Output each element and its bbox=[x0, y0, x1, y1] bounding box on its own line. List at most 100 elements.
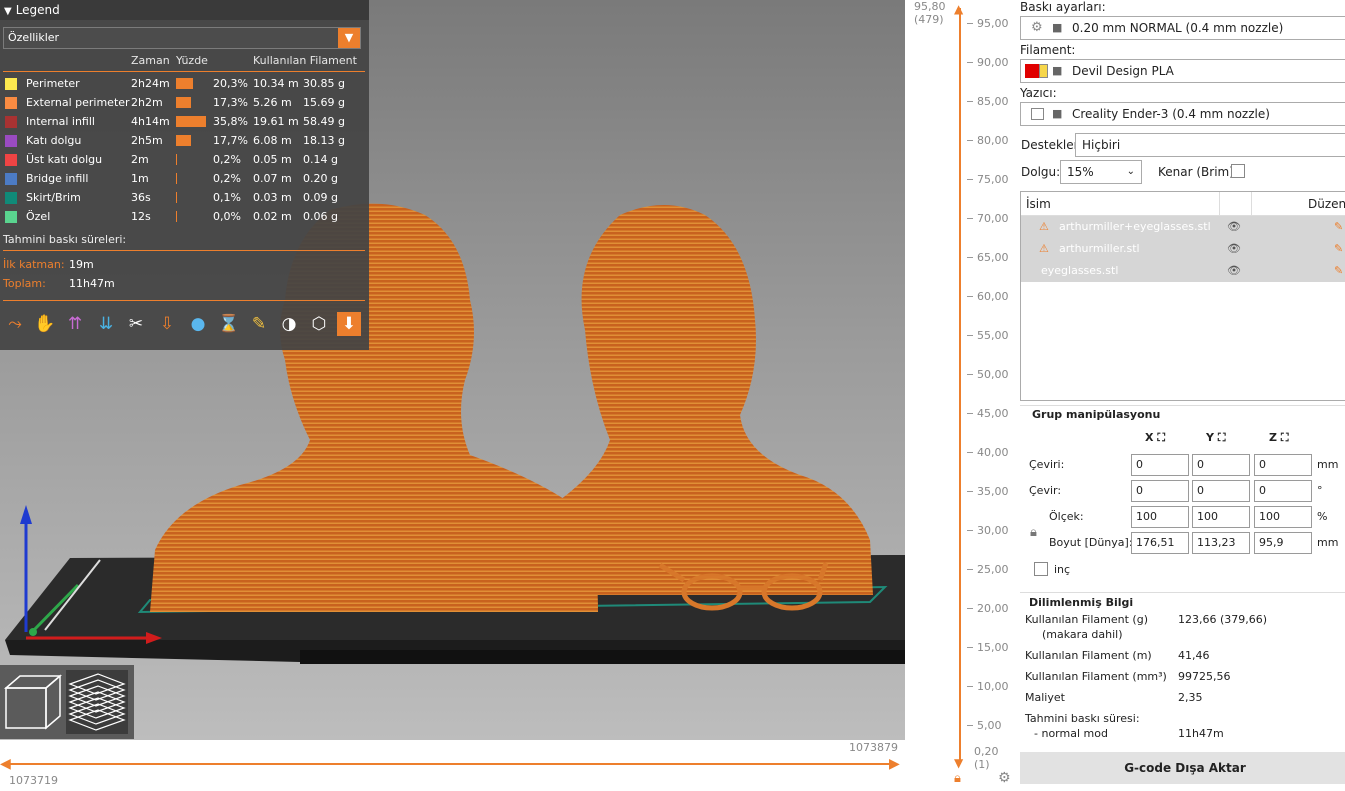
preview-view-button[interactable] bbox=[66, 670, 128, 734]
legend-row: Üst katı dolgu 2m 0,2% 0.05 m 0.14 g bbox=[0, 150, 369, 169]
group-input[interactable]: 0 bbox=[1131, 454, 1189, 476]
cube-icon bbox=[3, 674, 63, 730]
group-input[interactable]: 100 bbox=[1192, 506, 1250, 528]
axis-z-arrow bbox=[20, 505, 32, 524]
vslider-tick bbox=[967, 257, 973, 258]
group-input[interactable]: 0 bbox=[1254, 480, 1312, 502]
vslider-tick-label: 55,00 bbox=[977, 329, 1009, 342]
tool-change-icon[interactable]: ⇩ bbox=[155, 312, 179, 336]
vslider-tick-label: 95,00 bbox=[977, 17, 1009, 30]
vslider-tick-label: 50,00 bbox=[977, 368, 1009, 381]
legend-weight: 0.20 g bbox=[303, 172, 338, 185]
legend-weight: 0.09 g bbox=[303, 191, 338, 204]
total-label: Toplam: bbox=[3, 277, 46, 290]
vslider-lock-icon[interactable]: 🔒︎ bbox=[954, 771, 961, 786]
pause-icon[interactable]: ⌛ bbox=[217, 312, 241, 336]
legend-percent-bar bbox=[176, 97, 191, 108]
collapse-triangle-icon[interactable]: ▼ bbox=[4, 6, 12, 17]
group-input[interactable]: 0 bbox=[1131, 480, 1189, 502]
supports-value: Hiçbiri bbox=[1082, 138, 1121, 152]
seams-icon[interactable]: ✂ bbox=[124, 312, 148, 336]
shells-icon[interactable]: ⬡ bbox=[307, 312, 331, 336]
group-input[interactable]: 176,51 bbox=[1131, 532, 1189, 554]
legend-percent: 0,1% bbox=[213, 191, 241, 204]
printer-combo[interactable]: ■ Creality Ender-3 (0.4 mm nozzle) bbox=[1020, 102, 1345, 126]
print-settings-combo[interactable]: ⚙ ■ 0.20 mm NORMAL (0.4 mm nozzle) bbox=[1020, 16, 1345, 40]
group-input[interactable]: 0 bbox=[1254, 454, 1312, 476]
column-divider bbox=[1251, 192, 1252, 216]
vslider-tick bbox=[967, 530, 973, 531]
vslider-bottom-thumb[interactable]: ▼ bbox=[954, 756, 963, 770]
edit-icon[interactable]: ✎ bbox=[1334, 238, 1343, 260]
group-input[interactable]: 100 bbox=[1131, 506, 1189, 528]
object-row[interactable]: ⚠ arthurmiller+eyeglasses.stl 👁︎ ✎ bbox=[1021, 216, 1345, 238]
vslider-tick-label: 45,00 bbox=[977, 407, 1009, 420]
custom-gcode-icon[interactable]: ✎ bbox=[247, 312, 271, 336]
legend-columns: Zaman Yüzde Kullanılan Filament bbox=[0, 54, 369, 70]
object-row[interactable]: eyeglasses.stl 👁︎ ✎ bbox=[1021, 260, 1345, 282]
layers-icon bbox=[68, 673, 126, 731]
group-input[interactable]: 100 bbox=[1254, 506, 1312, 528]
color-change-icon[interactable]: ● bbox=[186, 312, 210, 336]
axis-z-icon: ⛶ bbox=[1280, 431, 1289, 444]
3d-view-button[interactable] bbox=[2, 670, 64, 734]
vslider-settings-icon[interactable]: ⚙ bbox=[998, 770, 1011, 786]
vslider-top-thumb[interactable]: ▲ bbox=[954, 2, 963, 16]
tool-marker-icon[interactable]: ⬇ bbox=[337, 312, 361, 336]
group-input[interactable]: 0 bbox=[1192, 480, 1250, 502]
vslider-tick bbox=[967, 569, 973, 570]
vslider-track[interactable] bbox=[959, 8, 961, 764]
legend-swatch bbox=[5, 116, 17, 128]
vslider-tick bbox=[967, 335, 973, 336]
legend-header[interactable]: ▼ Legend bbox=[0, 0, 369, 20]
travel-icon[interactable]: ⤳ bbox=[3, 312, 27, 336]
hslider-left-thumb[interactable]: ◀ bbox=[0, 756, 11, 772]
hslider-track[interactable] bbox=[5, 763, 895, 765]
col-percent: Yüzde bbox=[176, 54, 208, 67]
filament-mm3-value: 99725,56 bbox=[1178, 670, 1231, 683]
eye-icon[interactable]: 👁︎ bbox=[1227, 238, 1241, 260]
chevron-down-icon[interactable]: ▼ bbox=[338, 28, 360, 48]
edit-icon[interactable]: ✎ bbox=[1334, 260, 1343, 282]
center-of-gravity-icon[interactable]: ◑ bbox=[277, 312, 301, 336]
group-input[interactable]: 95,9 bbox=[1254, 532, 1312, 554]
legend-time: 36s bbox=[131, 191, 151, 204]
view-type-value: Özellikler bbox=[8, 31, 60, 44]
view-type-combo[interactable]: Özellikler ▼ bbox=[3, 27, 361, 49]
supports-combo[interactable]: Hiçbiri bbox=[1075, 133, 1345, 157]
export-gcode-button[interactable]: G-code Dışa Aktar bbox=[1020, 752, 1345, 784]
3d-viewport[interactable]: ▼ Legend Özellikler ▼ Zaman Yüzde Kullanı… bbox=[0, 0, 905, 740]
group-input[interactable]: 113,23 bbox=[1192, 532, 1250, 554]
column-divider bbox=[1219, 192, 1220, 216]
legend-percent-bar bbox=[176, 192, 177, 203]
group-row-label: Boyut [Dünya]: bbox=[1049, 536, 1133, 549]
object-row[interactable]: ⚠ arthurmiller.stl 👁︎ ✎ bbox=[1021, 238, 1345, 260]
eye-icon[interactable]: 👁︎ bbox=[1227, 216, 1241, 238]
edit-icon[interactable]: ✎ bbox=[1334, 216, 1343, 238]
group-row-unit: mm bbox=[1317, 536, 1339, 549]
horizontal-slider[interactable]: 1073879 ◀ ▶ 1073719 bbox=[0, 740, 905, 791]
chevron-down-icon: ⌄ bbox=[1126, 166, 1135, 177]
vslider-tick bbox=[967, 62, 973, 63]
legend-percent-bar bbox=[176, 173, 177, 184]
axis-z-label: Z ⛶ bbox=[1269, 431, 1289, 445]
group-row-unit: mm bbox=[1317, 458, 1339, 471]
filament-combo[interactable]: ■ Devil Design PLA bbox=[1020, 59, 1345, 83]
legend-weight: 0.06 g bbox=[303, 210, 338, 223]
retraction-icon[interactable]: ⇈ bbox=[63, 312, 87, 336]
warning-icon: ⚠ bbox=[1039, 242, 1049, 255]
eye-icon[interactable]: 👁︎ bbox=[1227, 260, 1241, 282]
legend-percent-bar bbox=[176, 78, 193, 89]
brim-checkbox[interactable] bbox=[1231, 164, 1245, 178]
vertical-slider[interactable]: 95,80 (479) ▲ ▼ 95,00 90,00 85,00 80,00 75,00… bbox=[905, 0, 1015, 791]
scale-lock-icon[interactable]: 🔒︎ bbox=[1030, 525, 1037, 540]
vslider-bottom-label: 0,20 (1) bbox=[974, 745, 999, 771]
inch-checkbox[interactable] bbox=[1034, 562, 1048, 576]
deretraction-icon[interactable]: ⇊ bbox=[94, 312, 118, 336]
vslider-bottom-value: 0,20 bbox=[974, 745, 999, 758]
wipe-icon[interactable]: ✋ bbox=[33, 312, 57, 336]
object-name: eyeglasses.stl bbox=[1041, 264, 1119, 277]
group-input[interactable]: 0 bbox=[1192, 454, 1250, 476]
infill-combo[interactable]: 15% ⌄ bbox=[1060, 160, 1142, 184]
hslider-right-thumb[interactable]: ▶ bbox=[889, 756, 900, 772]
